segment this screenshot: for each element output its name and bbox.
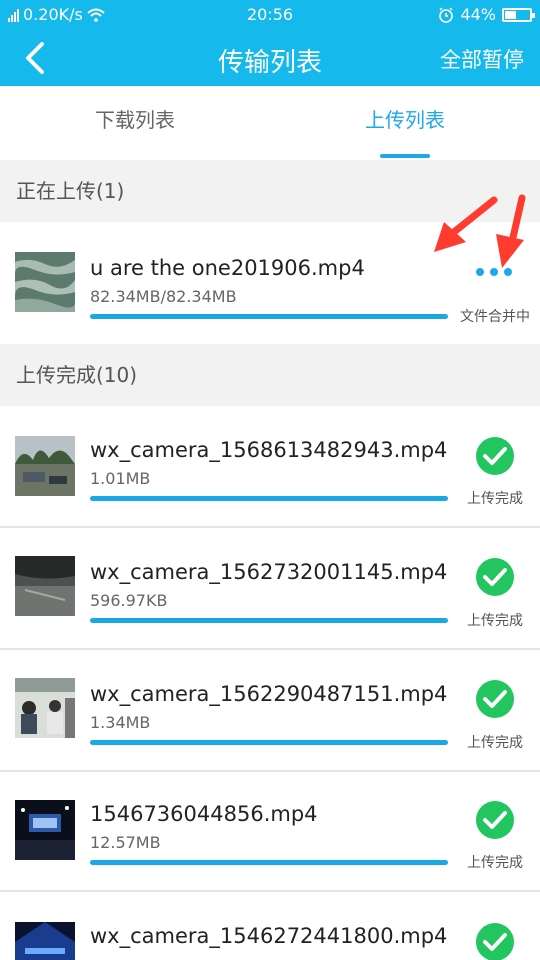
progress-fill xyxy=(90,618,448,623)
tab-upload-list[interactable]: 上传列表 xyxy=(270,86,540,160)
annotation-arrow-icon xyxy=(434,196,498,252)
pause-all-button[interactable]: 全部暂停 xyxy=(440,44,524,74)
file-size: 1.01MB xyxy=(90,469,151,488)
chevron-left-icon xyxy=(26,42,44,74)
battery-icon xyxy=(502,7,535,22)
progress-fill xyxy=(90,496,448,501)
active-tab-indicator xyxy=(380,154,430,158)
status-label: 上传完成 xyxy=(467,491,523,507)
file-name: wx_camera_1546272441800.mp4 xyxy=(90,924,448,948)
check-circle-icon xyxy=(476,437,514,475)
file-size: 82.34MB/82.34MB xyxy=(90,287,237,306)
battery-percent: 44% xyxy=(460,5,496,24)
status-bar: 0.20K/s 20:56 44% xyxy=(0,0,540,30)
completed-section-header: 上传完成(10) xyxy=(0,344,540,406)
check-circle-icon xyxy=(476,923,514,960)
progress-bar xyxy=(90,496,448,501)
file-size: 596.97KB xyxy=(90,591,168,610)
file-name: u are the one201906.mp4 xyxy=(90,256,365,280)
battery-level xyxy=(505,10,516,19)
back-button[interactable] xyxy=(14,38,58,78)
list-item[interactable]: u are the one201906.mp4 82.34MB/82.34MB … xyxy=(0,194,540,344)
progress-bar xyxy=(90,740,448,745)
status-right: 44% xyxy=(438,5,535,24)
list-item[interactable]: wx_camera_1562290487151.mp4 1.34MB 上传完成 xyxy=(0,650,540,770)
annotation-arrow-icon xyxy=(496,194,526,268)
video-thumbnail xyxy=(15,922,75,960)
check-circle-icon xyxy=(476,558,514,596)
tab-label: 下载列表 xyxy=(95,108,175,132)
list-item[interactable]: wx_camera_1568613482943.mp4 1.01MB 上传完成 xyxy=(0,406,540,526)
app-bar: 传输列表 全部暂停 xyxy=(0,30,540,86)
progress-fill xyxy=(90,740,448,745)
tab-bar: 下载列表 上传列表 xyxy=(0,86,540,160)
progress-bar xyxy=(90,618,448,623)
list-item[interactable]: 1546736044856.mp4 12.57MB 上传完成 xyxy=(0,772,540,890)
status-label: 上传完成 xyxy=(467,735,523,751)
video-thumbnail xyxy=(15,678,75,738)
file-size: 1.34MB xyxy=(90,713,151,732)
progress-bar xyxy=(90,314,448,319)
tab-download-list[interactable]: 下载列表 xyxy=(0,86,270,160)
file-name: wx_camera_1562290487151.mp4 xyxy=(90,682,448,706)
alarm-clock-icon xyxy=(439,6,454,23)
check-circle-icon xyxy=(476,680,514,718)
check-circle-icon xyxy=(476,801,514,839)
progress-bar xyxy=(90,860,448,865)
list-item[interactable]: wx_camera_1546272441800.mp4 xyxy=(0,892,540,960)
tab-label: 上传列表 xyxy=(365,108,445,132)
status-label: 文件合并中 xyxy=(460,309,530,325)
video-thumbnail xyxy=(15,800,75,860)
status-label: 上传完成 xyxy=(467,855,523,871)
file-name: wx_camera_1568613482943.mp4 xyxy=(90,438,448,462)
file-name: 1546736044856.mp4 xyxy=(90,802,318,826)
video-thumbnail xyxy=(15,436,75,496)
list-item[interactable]: wx_camera_1562732001145.mp4 596.97KB 上传完… xyxy=(0,528,540,648)
progress-fill xyxy=(90,860,448,865)
status-label: 上传完成 xyxy=(467,613,523,629)
video-thumbnail xyxy=(15,556,75,616)
progress-fill xyxy=(90,314,448,319)
video-thumbnail xyxy=(15,252,75,312)
file-name: wx_camera_1562732001145.mp4 xyxy=(90,560,448,584)
file-size: 12.57MB xyxy=(90,833,161,852)
